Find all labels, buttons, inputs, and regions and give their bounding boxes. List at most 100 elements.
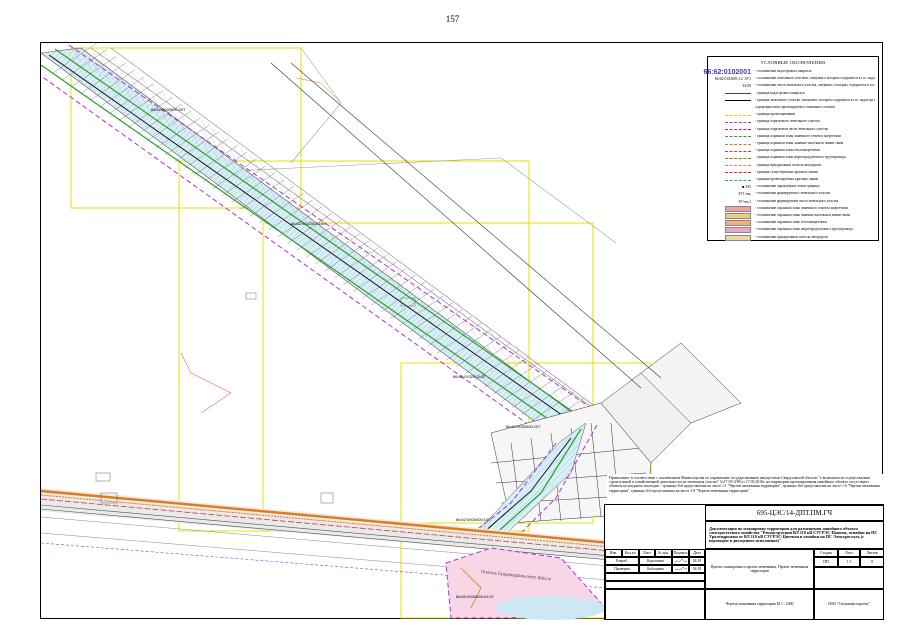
legend-text: - обозначение формируемой части земельно… (755, 199, 839, 203)
legend-line-swatch (725, 143, 751, 145)
date-cell: 04.18 (689, 565, 705, 573)
title-block: 695-ЦЭС/14-ДПТ.ПМ.ГЧ Документация по пла… (604, 504, 884, 620)
legend-item: ЗУ1/чзу - обозначение формируемого земель… (711, 191, 875, 197)
legend-symbol (711, 220, 755, 227)
legend-symbol (711, 136, 755, 138)
legend-symbol: 66:62:0102001:12 :ЗУ1 (711, 77, 755, 81)
legend-fill-swatch (725, 213, 751, 219)
legend-line-swatch (725, 157, 751, 159)
legend-line-swatch (725, 150, 751, 152)
legend-symbol (711, 205, 755, 212)
legend-text: Характеристики проектируемого линейного … (755, 106, 836, 110)
document-title: Документация по планировке территории дл… (705, 521, 884, 549)
legend-item: - граница проектирования (711, 112, 875, 118)
legend-symbol: 33/49 (711, 84, 755, 88)
legend-item: - граница охранной зоны линейного объект… (711, 134, 875, 140)
legend-text: - граница образуемого земельного участка (755, 120, 820, 124)
legend-item: - граница существующих красных линий (711, 170, 875, 176)
legend-item: - граница образуемой части земельного уч… (711, 127, 875, 133)
legend-symbol (711, 143, 755, 145)
legend-fill-swatch (725, 220, 751, 227)
drawing-sheet: 66:62:0000000:207 66:62:0102001:105 66:6… (40, 42, 884, 620)
legend-line-swatch (725, 121, 751, 123)
legend-fill-swatch (725, 227, 751, 234)
legend-symbol: ■ 293 (711, 185, 755, 189)
legend-symbol (711, 129, 755, 131)
legend-text: - граница охранной зоны линейно-кабельно… (755, 142, 844, 146)
signature-cell (672, 557, 689, 565)
legend-symbol-text: ■ 293 (742, 185, 751, 190)
legend-line-swatch (725, 114, 751, 116)
parcel-label: 66:62:0000000:207 (151, 107, 186, 112)
legend-text: - граница существующих красных линий (755, 170, 818, 174)
legend-item: 33/49 - обозначение части земельного учас… (711, 83, 875, 89)
stage-header: Лист (838, 549, 860, 557)
legend-item: - обозначение охранной зоны линейно-кабе… (711, 213, 875, 219)
legend-text: - обозначение земельных участков, сведен… (755, 77, 875, 81)
date-cell: 04.18 (689, 557, 705, 565)
legend-item: 66:62:0102001:12 :ЗУ1 - обозначение земел… (711, 76, 875, 82)
legend-symbol (711, 114, 755, 116)
document-code: 695-ЦЭС/14-ДПТ.ПМ.ГЧ (705, 505, 884, 521)
legend-symbol-text: 66:62:0102001 (703, 68, 752, 76)
legend-symbol: ЗУ/чзу1 (711, 200, 755, 204)
note-text: Примечание: в соответствии с заключением… (607, 474, 883, 504)
legend-symbol (711, 93, 755, 95)
stage-value: 11 (860, 557, 884, 567)
legend-title: УСЛОВНЫЕ ОБОЗНАЧЕНИЯ (760, 60, 826, 65)
legend-symbol (711, 157, 755, 159)
legend-text: - граница проектируемых красных линий (755, 178, 819, 182)
legend-text: - обозначение охранной зоны линейного об… (755, 206, 848, 210)
signature (674, 559, 687, 564)
legend-text: - граница земельного участка, сведения о… (755, 98, 875, 102)
signature (674, 567, 687, 571)
legend-item: - граница придорожной полосы автодороги (711, 163, 875, 169)
legend-symbol (711, 227, 755, 234)
lower-zone (445, 547, 606, 620)
legend-text: - обозначение охранной зоны нефтепродукт… (755, 228, 853, 232)
legend-item: Характеристики проектируемого линейного … (711, 105, 875, 111)
stage-header: Стадия (814, 549, 838, 557)
empty-cell (814, 567, 884, 589)
legend-line-swatch (725, 172, 751, 174)
parcel-label: 66:62:0000000:107 (506, 424, 541, 429)
legend-item: 66:62:0102001- обозначение кадастрового … (704, 69, 875, 76)
legend-symbol (711, 100, 755, 102)
empty-row (605, 573, 705, 581)
legend-line-swatch (725, 100, 751, 102)
legend-item: - граница образуемого земельного участка (711, 119, 875, 125)
legend-item: - обозначение придорожной полосы автодор… (711, 234, 875, 241)
legend-symbol (711, 121, 755, 123)
name-cell: Корчагина (639, 557, 672, 565)
legend-item: - обозначение охранной зоны нефтепродукт… (711, 227, 875, 234)
legend-text: - обозначение охранной зоны теплоэнергет… (755, 221, 827, 225)
parcel-label: 66:62:0102002:42 (453, 374, 486, 379)
legend: УСЛОВНЫЕ ОБОЗНАЧЕНИЯ 66:62:0102001- обоз… (704, 56, 879, 241)
legend-text: - граница охранной зоны нефтепродуктовог… (755, 156, 846, 160)
legend-line-swatch (725, 179, 751, 181)
page-number: 157 (445, 14, 460, 24)
legend-symbol-text: 33/49 (742, 84, 751, 89)
legend-symbol (711, 213, 755, 219)
legend-text: - обозначение охранной зоны линейно-кабе… (755, 214, 851, 218)
project-label: Проект планировки и проект межевания. Пр… (705, 549, 814, 589)
legend-text: - граница проектирования (755, 113, 795, 117)
legend-text: - граница охранной зоны теплоэнергетики (755, 149, 820, 153)
legend-text: - обозначение части земельного участка, … (755, 84, 875, 88)
empty-row (605, 581, 705, 589)
legend-line-swatch (725, 93, 751, 95)
header-cell: Изм. (605, 549, 622, 557)
stage-header: Листов (860, 549, 884, 557)
legend-fill-swatch (725, 234, 751, 241)
legend-text: - граница охранной зоны линейного объект… (755, 134, 841, 138)
parcel-label: 66:62:0102001:105 (291, 221, 326, 226)
legend-symbol-text: ЗУ1/чзу (738, 192, 751, 197)
legend-item: - граница охранной зоны нефтепродуктовог… (711, 155, 875, 161)
power-line-corridor (41, 44, 632, 446)
legend-symbol (711, 150, 755, 152)
legend-item: - обозначение охранной зоны теплоэнергет… (711, 220, 875, 227)
legend-symbol (711, 165, 755, 167)
legend-item: - граница охранной зоны теплоэнергетики (711, 148, 875, 154)
legend-text: - обозначение характерной точки границы (755, 185, 820, 189)
legend-symbol-text: ЗУ/чзу1 (738, 199, 751, 204)
